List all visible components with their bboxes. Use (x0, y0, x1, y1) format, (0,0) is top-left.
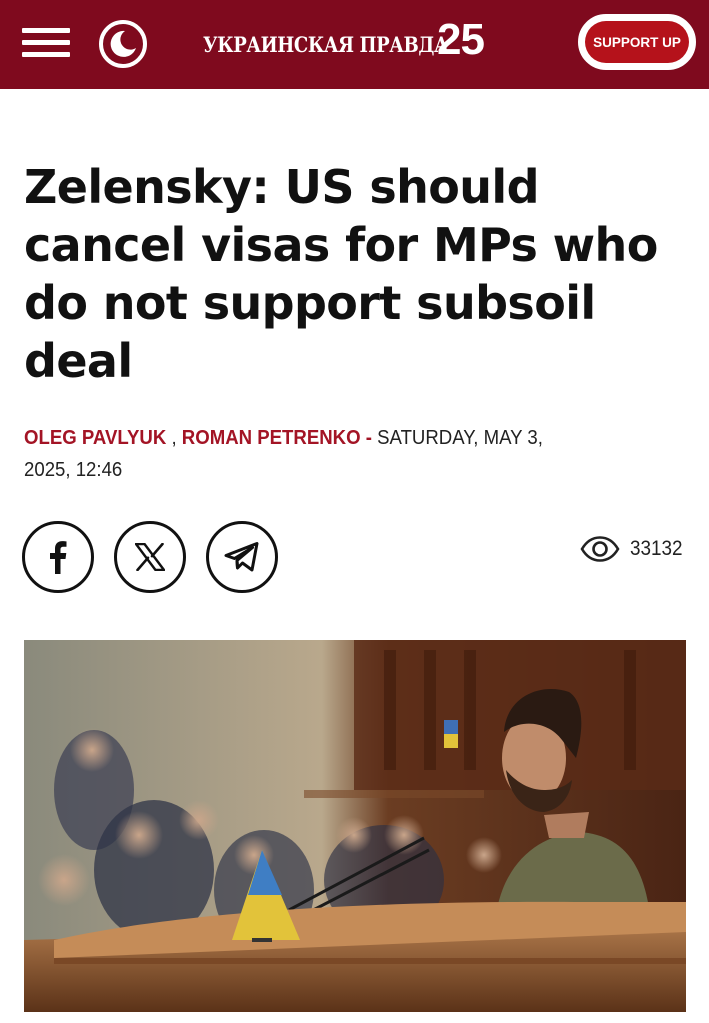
eye-icon (580, 536, 620, 562)
hamburger-menu-icon[interactable] (22, 26, 72, 60)
share-telegram-button[interactable] (206, 521, 278, 593)
share-x-button[interactable] (114, 521, 186, 593)
site-header: УКРАИНСКАЯ ПРАВДА 25 SUPPORT UP (0, 0, 709, 89)
share-facebook-button[interactable] (22, 521, 94, 593)
author-link[interactable]: OLEG PAVLYUK (24, 427, 166, 449)
telegram-icon (224, 542, 259, 572)
x-icon (135, 543, 165, 571)
publish-time: 2025, 12:46 (24, 459, 123, 481)
crescent-moon-icon[interactable] (98, 19, 148, 69)
view-counter: 33132 (580, 533, 688, 565)
publish-date: SATURDAY, MAY 3, (377, 427, 543, 449)
author-link[interactable]: ROMAN PETRENKO (182, 427, 361, 449)
logo-text: УКРАИНСКАЯ ПРАВДА (203, 32, 449, 57)
article-title: Zelensky: US should cancel visas for MPs… (24, 160, 658, 388)
site-logo[interactable]: УКРАИНСКАЯ ПРАВДА 25 (203, 15, 488, 64)
author-separator: , (171, 427, 177, 449)
article-byline: OLEG PAVLYUK , ROMAN PETRENKO - SATURDAY… (24, 422, 638, 486)
date-separator: - (365, 427, 372, 449)
views-count: 33132 (630, 537, 683, 560)
logo-anniversary-number: 25 (437, 15, 485, 64)
support-button[interactable]: SUPPORT UP (578, 14, 696, 70)
facebook-icon (50, 541, 67, 574)
support-button-label: SUPPORT UP (585, 21, 689, 63)
article-photo[interactable] (24, 640, 686, 1012)
